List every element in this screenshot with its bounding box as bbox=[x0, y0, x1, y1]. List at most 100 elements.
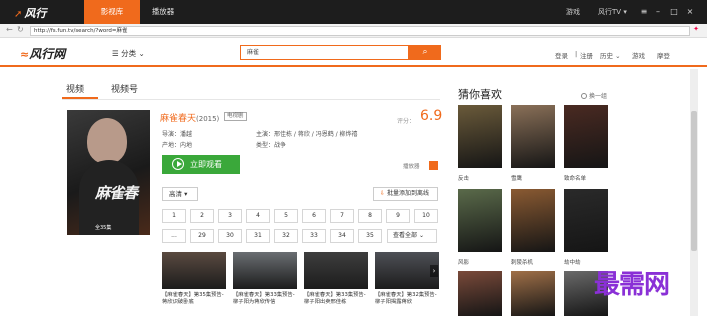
episode-ellipsis[interactable]: ... bbox=[162, 229, 186, 243]
view-all-episodes[interactable]: 查看全部 ⌄ bbox=[387, 229, 437, 243]
download-icon: ⇩ bbox=[380, 190, 386, 197]
site-logo-text: 风行网 bbox=[29, 47, 66, 61]
clip-thumbnail[interactable] bbox=[162, 252, 226, 289]
clip-caption[interactable]: 【麻雀春天】第33集预告-柳子阳出卖邢佳栋 bbox=[304, 292, 368, 306]
play-icon bbox=[172, 158, 184, 170]
genre-label: 类型： bbox=[256, 142, 275, 149]
view-all-label: 查看全部 bbox=[393, 232, 418, 239]
clip-caption[interactable]: 【麻雀春天】第32集预告-柳子阳揭露蒋欣 bbox=[375, 292, 439, 306]
cast-value[interactable]: 邢佳栋 / 蒋欣 / 冯恩鹤 / 柳烨禧 bbox=[274, 131, 358, 138]
recommend-poster[interactable] bbox=[564, 189, 608, 252]
clip-caption[interactable]: 【麻雀春天】第35集预告-蒋欣识破卧底 bbox=[162, 292, 226, 306]
episode-button[interactable]: 4 bbox=[246, 209, 270, 223]
list-icon: ☰ bbox=[112, 49, 119, 58]
logo-mark-icon: ➚ bbox=[14, 9, 23, 20]
director-value[interactable]: 潘越 bbox=[180, 131, 192, 138]
back-icon[interactable]: ← bbox=[6, 25, 13, 34]
recommend-caption[interactable]: 致命名单 bbox=[564, 174, 586, 182]
login-link[interactable]: 登录 bbox=[555, 50, 568, 60]
menu-games[interactable]: 游戏 bbox=[566, 0, 580, 24]
clip-thumbnail[interactable] bbox=[304, 252, 368, 289]
show-title-text[interactable]: 麻雀春天 bbox=[160, 114, 196, 124]
tab-videos[interactable]: 视频 bbox=[66, 82, 84, 95]
recommend-poster[interactable] bbox=[458, 271, 502, 316]
play-mode-label: 播放器 bbox=[403, 164, 420, 170]
episode-button[interactable]: 30 bbox=[218, 229, 242, 243]
site-logo[interactable]: ≈风行网 bbox=[20, 45, 65, 62]
games-link[interactable]: 游戏 bbox=[632, 50, 645, 60]
poster-face bbox=[87, 118, 127, 164]
search-input[interactable]: 麻雀 bbox=[240, 45, 409, 60]
search-icon: ⌕ bbox=[422, 47, 428, 57]
episode-button[interactable]: 35 bbox=[358, 229, 382, 243]
cast-row: 主演：邢佳栋 / 蒋欣 / 冯恩鹤 / 柳烨禧 bbox=[256, 129, 358, 138]
register-link[interactable]: 注册 bbox=[580, 50, 593, 60]
episode-button[interactable]: 5 bbox=[274, 209, 298, 223]
bulk-download-button[interactable]: ⇩ 批量添加到离线 bbox=[373, 187, 438, 201]
recommend-caption[interactable]: 风影 bbox=[458, 258, 469, 266]
clip-thumbnail[interactable]: › bbox=[375, 252, 439, 289]
recommend-poster[interactable] bbox=[511, 189, 555, 252]
director-row: 导演：潘越 bbox=[162, 129, 192, 138]
episode-button[interactable]: 7 bbox=[330, 209, 354, 223]
episode-button[interactable]: 1 bbox=[162, 209, 186, 223]
type-badge: 电视剧 bbox=[224, 112, 247, 121]
app-logo: ➚ 风行 bbox=[14, 5, 46, 21]
quality-select[interactable]: 高清 ▾ bbox=[162, 187, 198, 201]
episode-button[interactable]: 34 bbox=[330, 229, 354, 243]
caret-down-icon: ▾ bbox=[184, 190, 188, 198]
recommend-poster[interactable] bbox=[458, 105, 502, 168]
minimize-icon[interactable]: – bbox=[652, 0, 664, 24]
watermark: 最需网 bbox=[594, 270, 670, 300]
recommend-caption[interactable]: 雪鹰 bbox=[511, 174, 522, 182]
url-input[interactable]: http://fs.fun.tv/search/?word=麻雀 bbox=[30, 26, 690, 36]
poster-title: 麻雀春 bbox=[95, 184, 138, 202]
bulk-download-label: 批量添加到离线 bbox=[386, 190, 429, 197]
recommend-caption[interactable]: 劫中劫 bbox=[564, 258, 581, 266]
category-menu[interactable]: ☰ 分类 ⌄ bbox=[112, 48, 145, 59]
episode-button[interactable]: 9 bbox=[386, 209, 410, 223]
recommend-poster[interactable] bbox=[511, 271, 555, 316]
chevron-down-icon: ▾ bbox=[623, 8, 627, 16]
clip-thumbnail[interactable] bbox=[233, 252, 297, 289]
history-link[interactable]: 历史 ⌄ bbox=[600, 50, 621, 60]
episode-button[interactable]: 33 bbox=[302, 229, 326, 243]
chevron-right-icon[interactable]: › bbox=[430, 265, 438, 277]
quality-value: 高清 bbox=[169, 190, 182, 198]
recommend-caption[interactable]: 刺陵杀机 bbox=[511, 258, 533, 266]
favorite-icon[interactable]: ✦ bbox=[693, 25, 699, 33]
scrollbar-thumb[interactable] bbox=[691, 111, 697, 251]
episode-button[interactable]: 6 bbox=[302, 209, 326, 223]
scrollbar[interactable] bbox=[690, 69, 698, 316]
region-row: 产地：内地 bbox=[162, 140, 192, 149]
episode-button[interactable]: 3 bbox=[218, 209, 242, 223]
recommend-poster[interactable] bbox=[564, 105, 608, 168]
close-icon[interactable]: × bbox=[684, 0, 696, 24]
clip-caption[interactable]: 【麻雀春天】第33集预告-柳子阳为蒋欣传信 bbox=[233, 292, 297, 306]
play-mode-toggle[interactable] bbox=[429, 161, 438, 170]
play-now-button[interactable]: 立即观看 bbox=[162, 155, 240, 174]
menu-tv[interactable]: 风行TV ▾ bbox=[598, 0, 627, 24]
episode-button[interactable]: 31 bbox=[246, 229, 270, 243]
tab-player[interactable]: 播放器 bbox=[140, 0, 186, 24]
recommend-title: 猜你喜欢 bbox=[458, 88, 502, 101]
menu-icon[interactable]: ≡ bbox=[638, 0, 650, 24]
refresh-icon[interactable]: ↻ bbox=[17, 25, 24, 34]
maximize-icon[interactable]: □ bbox=[668, 0, 680, 24]
genre-value[interactable]: 战争 bbox=[274, 142, 286, 149]
tab-library[interactable]: 影视库 bbox=[84, 0, 140, 24]
episode-button[interactable]: 32 bbox=[274, 229, 298, 243]
recommend-caption[interactable]: 反击 bbox=[458, 174, 469, 182]
recommend-poster[interactable] bbox=[511, 105, 555, 168]
tab-video-channels[interactable]: 视频号 bbox=[111, 82, 138, 95]
episode-button[interactable]: 2 bbox=[190, 209, 214, 223]
recommend-poster[interactable] bbox=[458, 189, 502, 252]
refresh-recommend-button[interactable]: 换一组 bbox=[581, 91, 607, 100]
show-poster[interactable]: 麻雀春 全35集 bbox=[67, 110, 150, 235]
search-button[interactable]: ⌕ bbox=[409, 45, 441, 60]
modern-link[interactable]: 摩登 bbox=[657, 50, 670, 60]
logo-wave-icon: ≈ bbox=[20, 48, 30, 61]
episode-button[interactable]: 8 bbox=[358, 209, 382, 223]
episode-button[interactable]: 29 bbox=[190, 229, 214, 243]
episode-button[interactable]: 10 bbox=[414, 209, 438, 223]
